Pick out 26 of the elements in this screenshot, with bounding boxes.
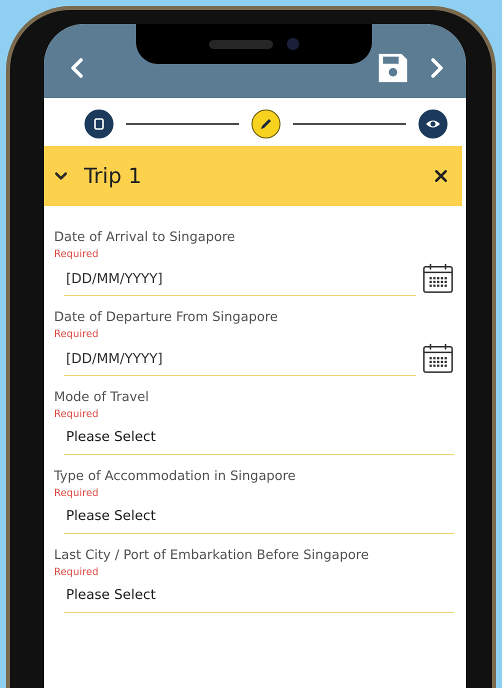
- calendar-icon[interactable]: [422, 262, 454, 294]
- field-label: Mode of Travel: [54, 389, 150, 407]
- required-note: Required: [54, 328, 100, 342]
- select-field[interactable]: Please Select: [64, 501, 454, 534]
- section-title: Trip 1: [84, 164, 142, 188]
- pencil-icon[interactable]: [251, 109, 281, 139]
- required-note: Required: [54, 408, 100, 422]
- field-label: Type of Accommodation in Singapore: [54, 468, 297, 486]
- select-field[interactable]: Please Select: [64, 580, 454, 613]
- calendar-icon[interactable]: [422, 342, 454, 374]
- save-icon[interactable]: [376, 51, 410, 85]
- eye-icon[interactable]: [418, 109, 448, 139]
- date-input[interactable]: [DD/MM/YYYY]: [64, 265, 416, 296]
- camera-dot: [287, 38, 299, 50]
- speaker-grille: [209, 40, 273, 48]
- trip-section-header[interactable]: Trip 1: [44, 146, 462, 206]
- field-label: Date of Arrival to Singapore: [54, 229, 236, 247]
- field-label: Date of Departure From Singapore: [54, 309, 279, 327]
- field-label: Last City / Port of Embarkation Before Singapore: [54, 547, 370, 565]
- select-field[interactable]: Please Select: [64, 422, 454, 455]
- required-note: Required: [54, 487, 100, 501]
- date-input[interactable]: [DD/MM/YYYY]: [64, 345, 416, 376]
- document-icon[interactable]: [84, 109, 114, 139]
- required-note: Required: [54, 248, 100, 262]
- close-icon[interactable]: [434, 169, 448, 183]
- required-note: Required: [54, 566, 100, 580]
